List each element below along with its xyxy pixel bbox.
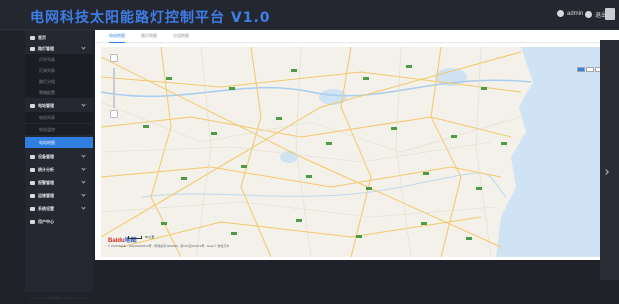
sidebar-subitem[interactable]: 策略配置 [25, 87, 93, 98]
wrench-icon [30, 193, 35, 198]
user-menu[interactable]: admin [557, 10, 583, 17]
sidebar-item-devices[interactable]: 设备管理 [25, 151, 93, 162]
sidebar-subitem[interactable]: 灯杆列表 [25, 54, 93, 65]
right-gutter [600, 40, 619, 280]
sidebar-item-stats[interactable]: 统计分析 [25, 164, 93, 175]
chevron-down-icon [81, 166, 86, 171]
app-title: 电网科技太阳能路灯控制平台 V1.0 [30, 10, 271, 26]
sidebar-subitem[interactable]: 电站监控 [25, 124, 93, 135]
map-tabs: 电站地图 路灯地图 分组地图 [95, 30, 619, 43]
map-view[interactable] [101, 47, 613, 257]
tab-station-map[interactable]: 电站地图 [109, 33, 125, 43]
sidebar-subitem[interactable]: 灯具列表 [25, 65, 93, 76]
sidebar-item-stations[interactable]: 电站管理 [25, 100, 93, 111]
sidebar-subitem-station-map[interactable]: 电站地图 [25, 137, 93, 148]
logout-button[interactable]: 退出 [585, 10, 607, 19]
map-scale-bar [128, 236, 142, 239]
chart-icon [30, 167, 35, 172]
map-type-satellite[interactable] [586, 67, 594, 72]
chevron-down-icon [81, 102, 86, 107]
user-icon [557, 10, 564, 17]
sidebar-item-home[interactable]: 首页 [25, 32, 93, 43]
main-panel: 电站地图 路灯地图 分组地图 Baidu地图 50公里 © 2019 Baidu… [95, 30, 619, 260]
chevron-down-icon [81, 205, 86, 210]
sidebar-item-label: 设备管理 [38, 153, 54, 159]
chevron-down-icon [81, 153, 86, 158]
sidebar-item-label: 路灯管理 [38, 45, 54, 51]
chevron-down-icon [81, 45, 86, 50]
map-type-normal[interactable] [577, 67, 585, 72]
map-scale-label: 50公里 [145, 235, 155, 239]
sidebar-subitem[interactable]: 路灯分组 [25, 76, 93, 87]
sidebar-item-maintenance[interactable]: 运维管理 [25, 190, 93, 201]
tab-group-map[interactable]: 分组地图 [173, 33, 189, 42]
device-icon [30, 154, 35, 159]
sidebar-item-label: 统计分析 [38, 166, 54, 172]
user-icon [30, 219, 35, 224]
sidebar-item-lights[interactable]: 路灯管理 [25, 43, 93, 54]
top-bar: 电网科技太阳能路灯控制平台 V1.0 admin 退出 [0, 0, 619, 30]
gear-icon [30, 206, 35, 211]
sidebar-item-label: 用户中心 [38, 218, 54, 224]
sidebar-item-label: 电站管理 [38, 102, 54, 108]
zoom-in-button[interactable] [110, 54, 118, 62]
chevron-down-icon [81, 179, 86, 184]
zoom-control [109, 54, 119, 118]
zoom-out-button[interactable] [110, 110, 118, 118]
sidebar: 首页 路灯管理 灯杆列表 灯具列表 路灯分组 策略配置 电站管理 电站列表 电站… [25, 30, 93, 292]
tab-light-map[interactable]: 路灯地图 [141, 33, 157, 42]
chevron-down-icon [81, 192, 86, 197]
power-icon [585, 11, 592, 18]
sidebar-item-settings[interactable]: 系统设置 [25, 203, 93, 214]
footer-text: Copyright © 电网科技 All Rights Reserved [30, 296, 86, 300]
user-label: admin [567, 10, 584, 17]
map-copyright: © 2019 Baidu - GS(2018)5572号 - 甲测资字11009… [108, 244, 230, 248]
sidebar-item-label: 首页 [38, 34, 46, 40]
station-icon [30, 103, 35, 108]
sidebar-item-alarms[interactable]: 报警管理 [25, 177, 93, 188]
map-canvas [101, 47, 613, 257]
sidebar-subitem[interactable]: 电站列表 [25, 112, 93, 123]
fullscreen-icon[interactable] [605, 8, 615, 20]
home-icon [30, 35, 35, 40]
zoom-slider[interactable] [113, 68, 115, 108]
bulb-icon [30, 46, 35, 51]
sidebar-item-user-center[interactable]: 用户中心 [25, 216, 93, 227]
sidebar-item-label: 运维管理 [38, 192, 54, 198]
bell-icon [30, 180, 35, 185]
sidebar-item-label: 报警管理 [38, 179, 54, 185]
sidebar-item-label: 系统设置 [38, 205, 54, 211]
